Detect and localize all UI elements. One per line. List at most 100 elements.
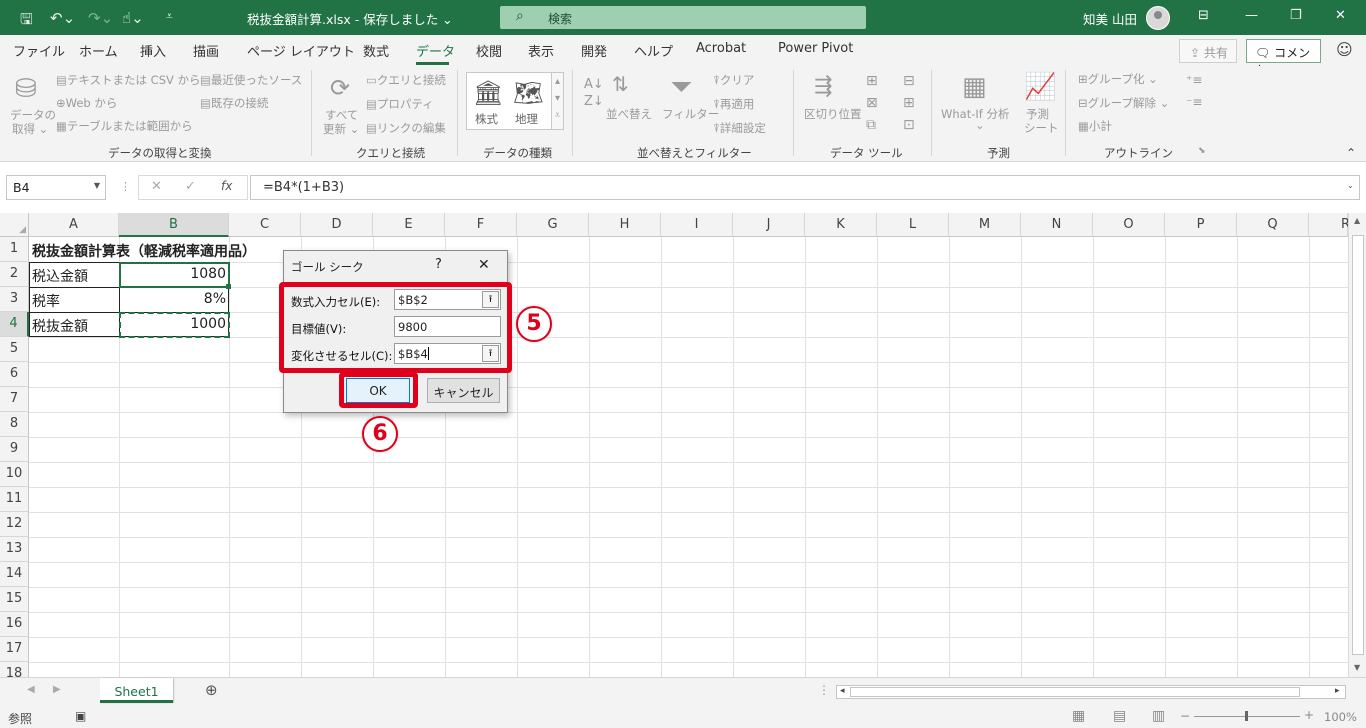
tab-draw[interactable]: 描画	[193, 41, 219, 60]
tab-file[interactable]: ファイル	[13, 41, 65, 60]
get-data-label-2[interactable]: 取得 ⌄	[12, 121, 48, 137]
scroll-right-icon[interactable]: ▸	[1335, 686, 1340, 696]
row-header-6[interactable]: 6	[0, 362, 29, 387]
vertical-scrollbar[interactable]: ▲ ▼	[1348, 213, 1366, 677]
properties-button[interactable]: ▤プロパティ	[366, 96, 434, 112]
row-header-15[interactable]: 15	[0, 587, 29, 612]
dialog-close-icon[interactable]: ✕	[478, 257, 490, 273]
tab-data[interactable]: データ	[416, 41, 455, 60]
fill-handle[interactable]	[226, 284, 231, 289]
tab-developer[interactable]: 開発	[581, 41, 607, 60]
normal-view-icon[interactable]: ▦	[1072, 708, 1085, 724]
advanced-filter-button[interactable]: ⍒詳細設定	[713, 120, 766, 136]
cancel-button[interactable]: キャンセル	[427, 378, 500, 403]
page-layout-view-icon[interactable]: ▤	[1113, 708, 1126, 724]
macro-record-icon[interactable]: ▣	[75, 709, 86, 723]
zoom-out-icon[interactable]: −	[1180, 709, 1190, 723]
from-web-button[interactable]: ⊕Web から	[56, 95, 117, 111]
scroll-up-icon[interactable]: ▲	[1354, 216, 1360, 225]
sheet-tab-sheet1[interactable]: Sheet1	[100, 678, 173, 703]
sort-ascending-icon[interactable]: A↓ Z↓	[584, 76, 604, 110]
row-header-3[interactable]: 3	[0, 287, 29, 312]
data-tools-small-icons-2[interactable]: ⊟ ⊞ ⊡	[903, 70, 915, 136]
redo-icon[interactable]: ↷⌄	[88, 9, 113, 27]
save-icon[interactable]: 🖫	[20, 9, 33, 34]
formula-input[interactable]: =B4*(1+B3)	[250, 175, 1360, 200]
row-header-10[interactable]: 10	[0, 462, 29, 487]
from-text-csv-button[interactable]: ▤テキストまたは CSV から	[56, 72, 201, 88]
name-box[interactable]: B4 ▼	[6, 175, 106, 200]
column-header-b[interactable]: B	[119, 213, 229, 237]
search-box[interactable]: ⌕ 検索	[500, 6, 866, 29]
cell-a2[interactable]: 税込金額	[32, 266, 88, 286]
show-hide-detail-icons[interactable]: ⁺≡ ⁻≡	[1186, 69, 1202, 113]
insert-function-icon[interactable]: fx	[221, 179, 232, 193]
group-button[interactable]: ⊞グループ化 ⌄	[1078, 71, 1158, 87]
expand-formula-bar-icon[interactable]: ⌄	[1347, 181, 1354, 190]
row-header-11[interactable]: 11	[0, 487, 29, 512]
edit-links-button[interactable]: ▤リンクの編集	[366, 120, 446, 136]
user-name[interactable]: 知美 山田	[1083, 9, 1137, 28]
cell-a3[interactable]: 税率	[32, 291, 60, 311]
sort-button[interactable]: 並べ替え	[606, 106, 652, 122]
enter-entry-icon[interactable]: ✓	[185, 179, 196, 194]
minimize-icon[interactable]: —	[1245, 8, 1258, 23]
help-icon[interactable]: ?	[435, 257, 442, 272]
column-header-l[interactable]: L	[877, 213, 949, 237]
customize-qat-icon[interactable]: ⩡	[166, 9, 173, 24]
row-header-4[interactable]: 4	[0, 312, 29, 337]
row-header-14[interactable]: 14	[0, 562, 29, 587]
prev-sheet-icon[interactable]: ◀	[27, 684, 35, 695]
cell-b3[interactable]: 8%	[204, 291, 226, 307]
zoom-slider-thumb[interactable]	[1245, 711, 1248, 721]
row-header-8[interactable]: 8	[0, 412, 29, 437]
horizontal-scrollbar[interactable]: ◂ ▸	[836, 685, 1346, 699]
tab-home[interactable]: ホーム	[79, 41, 118, 60]
gallery-scroll-icon[interactable]: ▴ ▾ ⩡	[551, 72, 564, 130]
dialog-launcher-icon[interactable]: ⬊	[1198, 146, 1206, 156]
column-header-i[interactable]: I	[661, 213, 733, 237]
forecast-label-2[interactable]: シート	[1024, 120, 1059, 136]
row-header-5[interactable]: 5	[0, 337, 29, 362]
row-header-9[interactable]: 9	[0, 437, 29, 462]
tab-splitter-icon[interactable]: ⋮	[818, 683, 830, 697]
column-header-n[interactable]: N	[1021, 213, 1093, 237]
tab-formulas[interactable]: 数式	[363, 41, 389, 60]
data-tools-small-icons[interactable]: ⊞ ⊠ ⧉	[866, 70, 878, 136]
row-header-16[interactable]: 16	[0, 612, 29, 637]
row-header-12[interactable]: 12	[0, 512, 29, 537]
feedback-smile-icon[interactable]: ☺	[1336, 40, 1353, 59]
column-header-k[interactable]: K	[805, 213, 877, 237]
cell-a1[interactable]: 税抜金額計算表（軽減税率適用品）	[32, 241, 256, 261]
collapse-ribbon-icon[interactable]: ⌃	[1346, 146, 1356, 160]
column-header-j[interactable]: J	[733, 213, 805, 237]
column-header-f[interactable]: F	[445, 213, 517, 237]
add-sheet-icon[interactable]: ⊕	[205, 681, 218, 699]
row-header-7[interactable]: 7	[0, 387, 29, 412]
column-header-c[interactable]: C	[229, 213, 301, 237]
column-header-r[interactable]: R	[1309, 213, 1348, 237]
row-header-1[interactable]: 1	[0, 237, 29, 262]
recent-sources-button[interactable]: ▤最近使ったソース	[200, 72, 302, 88]
column-header-p[interactable]: P	[1165, 213, 1237, 237]
page-break-view-icon[interactable]: ▥	[1152, 708, 1165, 724]
tab-view[interactable]: 表示	[528, 41, 554, 60]
cell-a4[interactable]: 税抜金額	[32, 316, 88, 336]
ungroup-button[interactable]: ⊟グループ解除 ⌄	[1078, 95, 1169, 111]
column-header-q[interactable]: Q	[1237, 213, 1309, 237]
row-header-2[interactable]: 2	[0, 262, 29, 287]
zoom-level[interactable]: 100%	[1324, 710, 1357, 724]
avatar[interactable]	[1146, 6, 1170, 30]
name-box-dropdown-icon[interactable]: ▼	[94, 181, 100, 190]
text-to-columns-button[interactable]: 区切り位置	[804, 106, 862, 122]
row-header-13[interactable]: 13	[0, 537, 29, 562]
tab-insert[interactable]: 挿入	[140, 41, 166, 60]
share-button[interactable]: ⇪ 共有	[1179, 39, 1237, 63]
tab-power-pivot[interactable]: Power Pivot	[778, 41, 853, 56]
column-header-a[interactable]: A	[29, 213, 119, 237]
comment-button[interactable]: 🗨 コメント	[1246, 39, 1321, 77]
existing-connections-button[interactable]: ▤既存の接続	[200, 95, 268, 111]
refresh-all-label-2[interactable]: 更新 ⌄	[323, 121, 359, 137]
vertical-scroll-thumb[interactable]	[1352, 235, 1364, 655]
restore-icon[interactable]: ❐	[1290, 8, 1302, 23]
